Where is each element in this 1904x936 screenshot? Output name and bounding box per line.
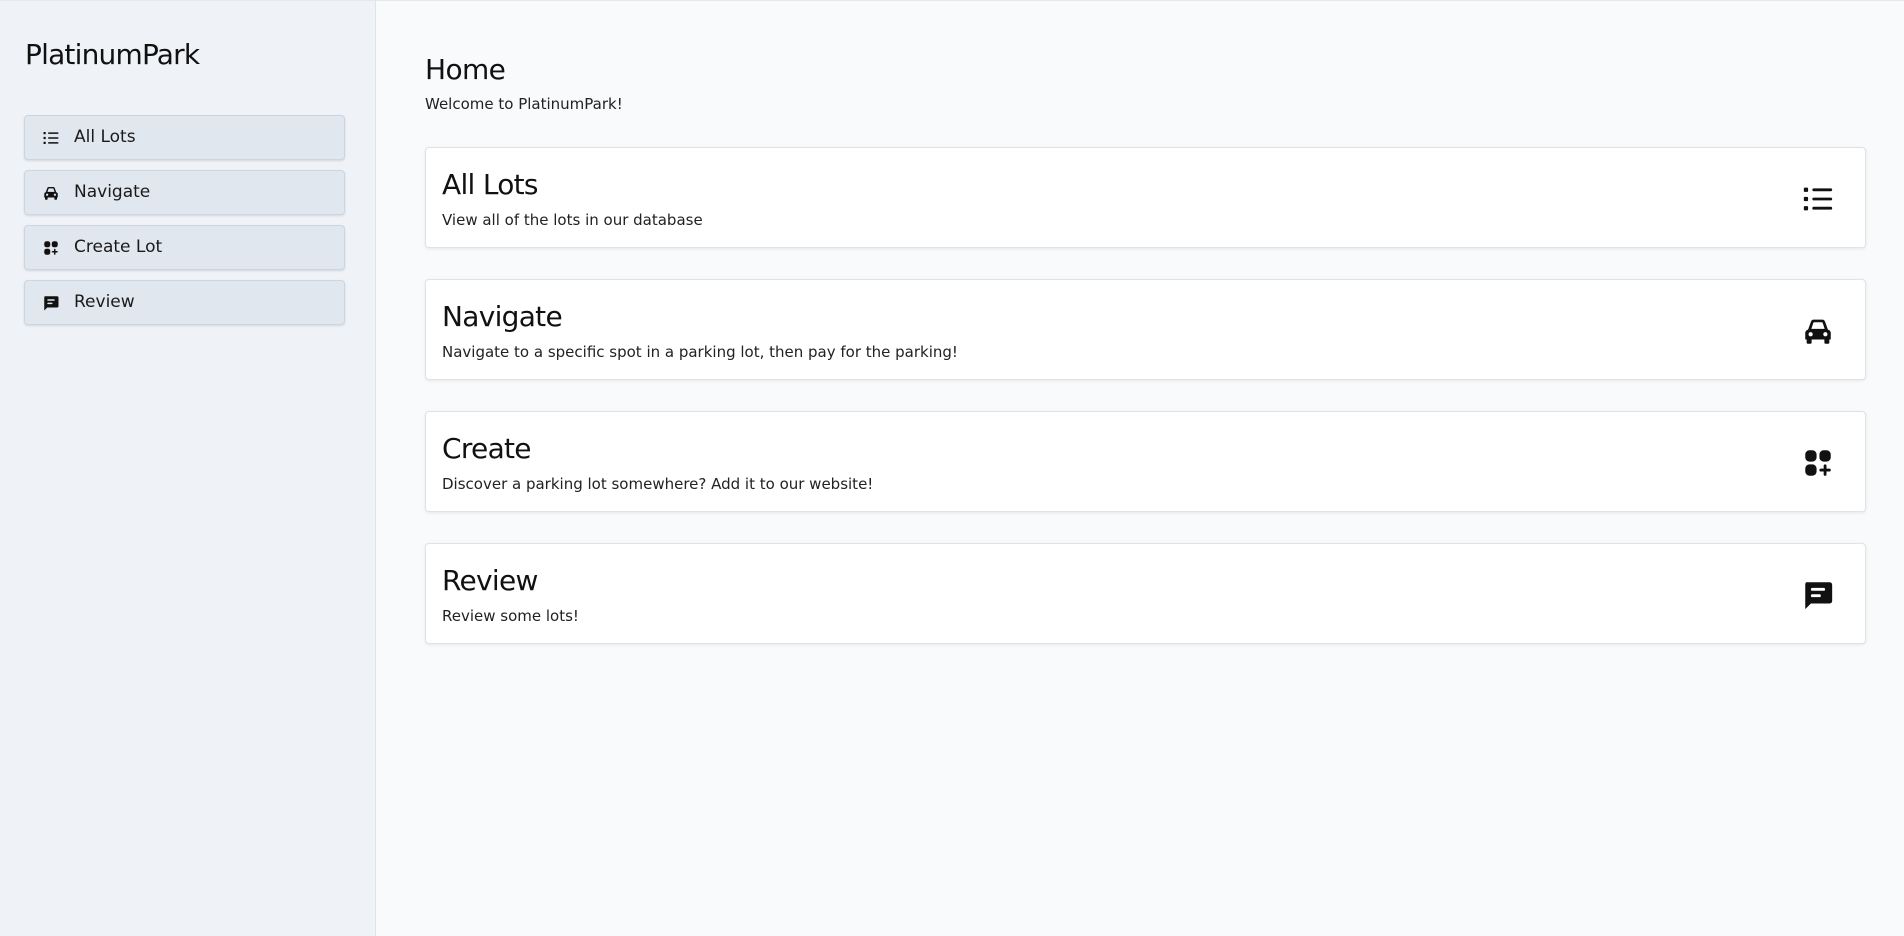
card-description: Review some lots! [442, 607, 579, 625]
sidebar-item-create-lot[interactable]: Create Lot [24, 225, 345, 270]
list-icon [1801, 182, 1835, 216]
card-description: View all of the lots in our database [442, 211, 703, 229]
car-icon [42, 184, 60, 202]
card-title: All Lots [442, 168, 539, 201]
card-review[interactable]: Review Review some lots! [425, 543, 1866, 644]
card-description: Navigate to a specific spot in a parking… [442, 343, 958, 361]
brand-title: PlatinumPark [25, 38, 200, 71]
sidebar-item-label: All Lots [74, 127, 136, 147]
card-title: Create [442, 432, 532, 465]
add-grid-icon [42, 239, 60, 257]
sidebar-item-label: Review [74, 292, 135, 312]
page-title: Home [425, 53, 506, 86]
sidebar-item-label: Create Lot [74, 237, 163, 257]
card-create[interactable]: Create Discover a parking lot somewhere?… [425, 411, 1866, 512]
list-icon [42, 129, 60, 147]
add-grid-icon [1801, 446, 1835, 480]
card-navigate[interactable]: Navigate Navigate to a specific spot in … [425, 279, 1866, 380]
sidebar-item-label: Navigate [74, 182, 151, 202]
main-content: Home Welcome to PlatinumPark! All Lots V… [376, 1, 1904, 936]
page-subtitle: Welcome to PlatinumPark! [425, 95, 623, 113]
chat-icon [1801, 578, 1835, 612]
card-all-lots[interactable]: All Lots View all of the lots in our dat… [425, 147, 1866, 248]
car-icon [1801, 314, 1835, 348]
card-description: Discover a parking lot somewhere? Add it… [442, 475, 874, 493]
sidebar-item-review[interactable]: Review [24, 280, 345, 325]
card-title: Review [442, 564, 538, 597]
app-root: PlatinumPark All Lots Navigate Create Lo… [0, 0, 1904, 936]
card-title: Navigate [442, 300, 563, 333]
sidebar-nav: All Lots Navigate Create Lot Review [24, 115, 345, 335]
sidebar-item-navigate[interactable]: Navigate [24, 170, 345, 215]
chat-icon [42, 294, 60, 312]
sidebar-item-all-lots[interactable]: All Lots [24, 115, 345, 160]
card-list: All Lots View all of the lots in our dat… [425, 147, 1866, 675]
sidebar: PlatinumPark All Lots Navigate Create Lo… [0, 1, 376, 936]
